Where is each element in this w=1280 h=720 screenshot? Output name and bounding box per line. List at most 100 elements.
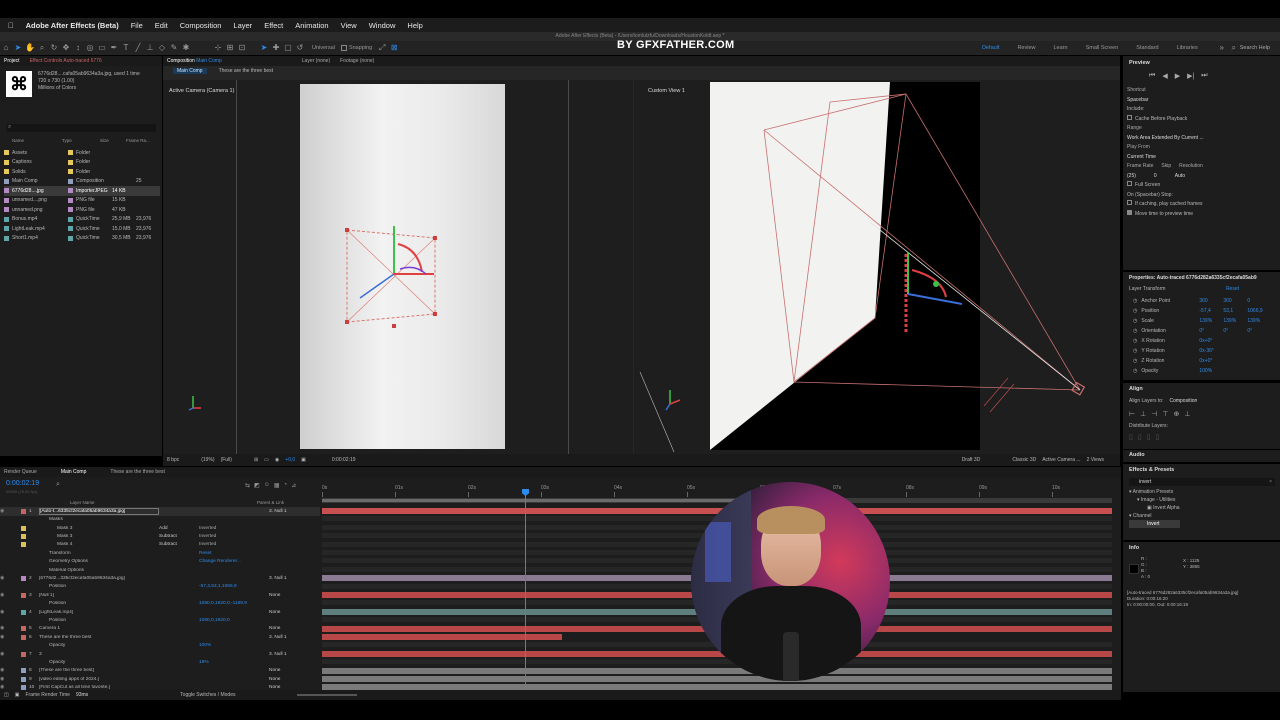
- render-time-icon[interactable]: ◫: [4, 692, 9, 698]
- home-icon[interactable]: ⌂: [1, 43, 11, 53]
- frame-blend-icon[interactable]: ▦: [274, 482, 280, 489]
- layer-name[interactable]: [Auto-t...6335cf2ecafa05ab9634a3a.jpg]: [39, 507, 159, 515]
- menu-window[interactable]: Window: [369, 21, 396, 30]
- project-item[interactable]: unnamed.png PNG file 47 KB: [4, 205, 160, 215]
- project-item[interactable]: LightLeak.mp4 QuickTime 15,0 MB 23,976: [4, 224, 160, 234]
- transform-value-x[interactable]: 0x+0°: [1199, 338, 1223, 344]
- app-menu[interactable]: Adobe After Effects (Beta): [26, 21, 119, 30]
- timeline-property-row[interactable]: Mask 4 Subtract Inverted: [0, 541, 320, 550]
- visibility-eye-icon[interactable]: ◉: [0, 576, 18, 581]
- stopwatch-icon[interactable]: ◷: [1133, 298, 1137, 304]
- layer-name[interactable]: [6776d2...335cf2ecafa05ab9634a3a.jpg]: [39, 576, 159, 581]
- project-item[interactable]: 6776d28....jpg ImporterJPEG 14 KB: [4, 186, 160, 196]
- stopwatch-icon[interactable]: ◷: [1133, 308, 1137, 314]
- workspace-standard[interactable]: Standard: [1136, 45, 1158, 51]
- snap-options-icon[interactable]: ⊠: [389, 43, 399, 53]
- timeline-property-row[interactable]: Position -57,4,53,1,1066,9: [0, 583, 320, 592]
- timeline-property-row[interactable]: Position 1080,0,1920,0: [0, 616, 320, 625]
- layer-gizmo-left[interactable]: [300, 84, 505, 449]
- transform-value-y[interactable]: 53,1: [1223, 308, 1247, 314]
- layer-label-color[interactable]: [21, 651, 26, 657]
- transform-value-y[interactable]: 360: [1223, 298, 1247, 304]
- layer-label-color[interactable]: [21, 517, 26, 522]
- layer-name[interactable]: Position: [49, 584, 159, 589]
- menu-view[interactable]: View: [341, 21, 357, 30]
- snapping-checkbox[interactable]: [340, 45, 347, 51]
- frame-rate-values[interactable]: (25) 0 Auto: [1127, 172, 1277, 182]
- layer-label-color[interactable]: [21, 533, 26, 539]
- menu-layer[interactable]: Layer: [233, 21, 252, 30]
- stopwatch-icon[interactable]: ◷: [1133, 338, 1137, 344]
- timeline-layer-row[interactable]: ◉ 3 [Null 1] None: [0, 591, 320, 600]
- layer-label-color[interactable]: [21, 601, 26, 606]
- layer-label-color[interactable]: [21, 643, 26, 648]
- snapshot-icon[interactable]: ▣: [301, 457, 306, 463]
- layer-name[interactable]: These are the three best: [39, 635, 159, 640]
- grid-icon[interactable]: ⊞: [254, 457, 258, 463]
- align-top-icon[interactable]: ⊤: [1162, 410, 1168, 418]
- timeline-layer-row[interactable]: ◉ 4 [LightLeak.mp4] None: [0, 608, 320, 617]
- tree-animation-presets[interactable]: ▾ Animation Presets: [1129, 488, 1180, 496]
- visibility-eye-icon[interactable]: ◉: [0, 635, 18, 640]
- timeline-property-row[interactable]: Opacity 19%: [0, 658, 320, 667]
- bpc-indicator[interactable]: 8 bpc: [167, 457, 179, 463]
- universal-move-icon[interactable]: ✚: [271, 43, 281, 53]
- apple-icon[interactable]: : [8, 21, 14, 30]
- label-color-chip[interactable]: [68, 207, 73, 213]
- tab-render-queue[interactable]: Render Queue: [4, 469, 37, 475]
- workspace-review[interactable]: Review: [1017, 45, 1035, 51]
- orbit-tool-icon[interactable]: ↻: [49, 43, 59, 53]
- puppet-tool-icon[interactable]: ✱: [181, 43, 191, 53]
- layer-track-bar[interactable]: [322, 634, 562, 640]
- visibility-eye-icon[interactable]: ◉: [0, 626, 18, 631]
- if-caching-option[interactable]: If caching, play cached frames: [1127, 200, 1277, 210]
- timeline-layer-row[interactable]: ◉ 7 3 3. Null 1: [0, 650, 320, 659]
- graph-editor-icon[interactable]: ⊿: [291, 482, 296, 489]
- distribute-center-icon[interactable]: ▯: [1138, 433, 1142, 441]
- layer-name[interactable]: Mask 3: [57, 526, 159, 531]
- last-frame-icon[interactable]: ⏭: [1201, 72, 1207, 80]
- right-viewer[interactable]: Custom View 1: [634, 80, 1120, 456]
- transform-value-x[interactable]: 0°: [1199, 328, 1223, 334]
- transform-value-z[interactable]: 1066,9: [1247, 308, 1262, 314]
- project-item[interactable]: Bonus.mp4 QuickTime 25,9 MB 23,976: [4, 215, 160, 225]
- project-search-input[interactable]: ⌕: [6, 124, 156, 132]
- layer-label-color[interactable]: [21, 634, 26, 640]
- layer-name[interactable]: Mask 4: [57, 542, 159, 547]
- layer-label-color[interactable]: [21, 575, 26, 581]
- timeline-search-icon[interactable]: ⌕: [56, 481, 60, 489]
- view-axis-icon[interactable]: ⊡: [237, 43, 247, 53]
- play-icon[interactable]: ▶: [1175, 72, 1180, 80]
- timeline-zoom-slider[interactable]: [297, 694, 358, 696]
- toggle-switches-modes[interactable]: Toggle Switches / Modes: [180, 692, 235, 698]
- tab-composition[interactable]: Composition Main Comp: [167, 58, 222, 64]
- transform-value-x[interactable]: 0x+0°: [1199, 358, 1223, 364]
- menu-file[interactable]: File: [131, 21, 143, 30]
- layer-extra-value[interactable]: Change Renderer...: [199, 559, 269, 564]
- snap-icon[interactable]: ⤢: [377, 43, 387, 53]
- stopwatch-icon[interactable]: ◷: [1133, 368, 1137, 374]
- tab-project[interactable]: Project: [4, 58, 20, 64]
- layer-name[interactable]: Opacity: [49, 643, 159, 648]
- timeline-property-row[interactable]: Opacity 100%: [0, 641, 320, 650]
- exposure-value[interactable]: +0,0: [285, 457, 295, 463]
- zoom-dropdown[interactable]: (19%): [201, 457, 214, 463]
- timeline-layer-row[interactable]: ◉ 5 Camera 1 None: [0, 625, 320, 634]
- playhead-line[interactable]: [525, 489, 526, 689]
- timeline-layer-row[interactable]: ◉ 2 [6776d2...335cf2ecafa05ab9634a3a.jpg] 3…: [0, 574, 320, 583]
- camera-dropdown[interactable]: Active Camera ...: [1042, 457, 1080, 463]
- layer-name[interactable]: Opacity: [49, 660, 159, 665]
- layer-name[interactable]: Position: [49, 618, 159, 623]
- renderer-classic3d[interactable]: Classic 3D: [1012, 457, 1036, 463]
- distribute-top-icon[interactable]: ▯: [1156, 433, 1160, 441]
- layer-name[interactable]: 3: [39, 652, 159, 657]
- transform-value-z[interactable]: 0: [1247, 298, 1250, 304]
- tab-effect-controls[interactable]: Effect Controls Auto-traced 6776: [30, 58, 102, 64]
- layer-label-color[interactable]: [21, 542, 26, 548]
- tree-invert[interactable]: Invert: [1129, 520, 1180, 528]
- distribute-left-icon[interactable]: ▯: [1129, 433, 1133, 441]
- col-type[interactable]: Type: [62, 138, 100, 143]
- timeline-layer-row[interactable]: ◉ 6 These are the three best 3. Null 1: [0, 633, 320, 642]
- layer-name[interactable]: [Null 1]: [39, 593, 159, 598]
- visibility-eye-icon[interactable]: ◉: [0, 610, 18, 615]
